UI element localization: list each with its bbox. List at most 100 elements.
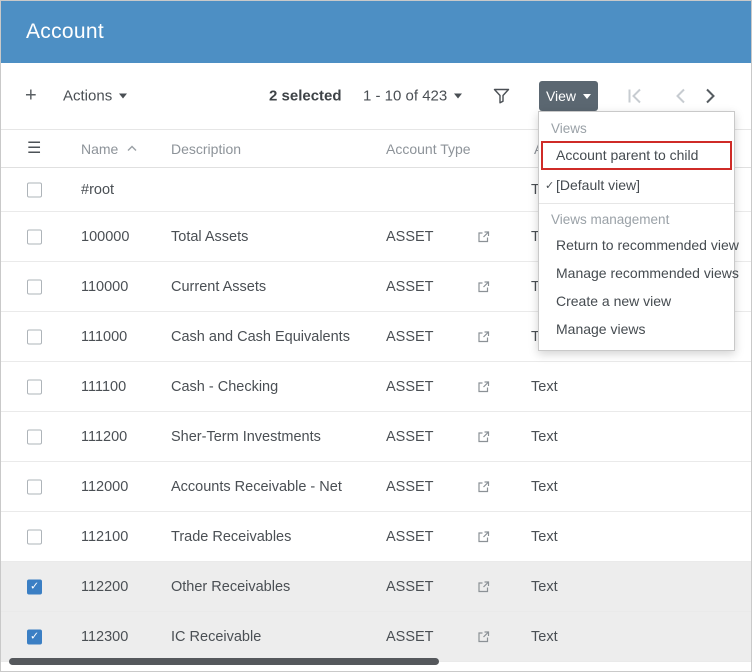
cell-account-type: ASSET — [386, 379, 434, 395]
menu-item-label: Create a new view — [556, 293, 671, 309]
column-menu-icon[interactable]: ☰ — [27, 141, 41, 157]
cell-description: Trade Receivables — [171, 529, 291, 545]
cell-account-type: ASSET — [386, 229, 434, 245]
cell-name: 112200 — [81, 579, 128, 595]
add-button[interactable]: + — [19, 83, 43, 110]
cell-attribute: Text — [531, 579, 558, 595]
actions-label: Actions — [63, 88, 112, 105]
table-row[interactable]: 111100 Cash - Checking ASSET Text — [1, 362, 751, 412]
row-checkbox[interactable] — [27, 529, 42, 544]
cell-name: 111100 — [81, 379, 126, 395]
row-checkbox[interactable] — [27, 579, 42, 594]
selected-count: 2 selected — [269, 88, 342, 105]
menu-item[interactable]: Account parent to child — [541, 141, 732, 170]
pagination-dropdown[interactable]: 1 - 10 of 423 — [363, 88, 462, 105]
column-header-description[interactable]: Description — [171, 141, 241, 157]
chevron-down-icon — [119, 94, 127, 99]
external-link-icon[interactable] — [477, 580, 490, 593]
table-row[interactable]: 111200 Sher-Term Investments ASSET Text — [1, 412, 751, 462]
next-page-icon[interactable] — [705, 89, 716, 104]
filter-icon[interactable] — [493, 88, 510, 104]
row-checkbox[interactable] — [27, 182, 42, 197]
menu-item-label: [Default view] — [556, 177, 640, 193]
account-window: Account + Actions 2 selected 1 - 10 of 4… — [0, 0, 752, 672]
cell-name: 110000 — [81, 279, 128, 295]
cell-account-type: ASSET — [386, 279, 434, 295]
row-checkbox[interactable] — [27, 279, 42, 294]
menu-item[interactable]: Manage views — [539, 315, 734, 343]
cell-name: #root — [81, 182, 114, 198]
menu-item-label: Manage views — [556, 321, 646, 337]
first-page-icon[interactable] — [627, 89, 643, 104]
menu-item[interactable]: ✓[Default view] — [539, 171, 734, 199]
page-title: Account — [26, 20, 104, 44]
view-button-label: View — [546, 88, 576, 104]
row-checkbox[interactable] — [27, 629, 42, 644]
cell-description: Cash - Checking — [171, 379, 278, 395]
cell-attribute: Text — [531, 429, 558, 445]
cell-name: 111200 — [81, 429, 127, 445]
previous-page-icon[interactable] — [675, 89, 686, 104]
cell-account-type: ASSET — [386, 429, 434, 445]
menu-item[interactable]: Manage recommended views — [539, 259, 734, 287]
cell-account-type: ASSET — [386, 479, 434, 495]
cell-name: 111000 — [81, 329, 127, 345]
cell-description: Other Receivables — [171, 579, 290, 595]
cell-description: Cash and Cash Equivalents — [171, 329, 350, 345]
menu-item[interactable]: Return to recommended view — [539, 231, 734, 259]
view-button[interactable]: View — [539, 81, 598, 111]
page-title-bar: Account — [1, 1, 751, 63]
row-checkbox[interactable] — [27, 429, 42, 444]
row-checkbox[interactable] — [27, 329, 42, 344]
external-link-icon[interactable] — [477, 480, 490, 493]
cell-description: Sher-Term Investments — [171, 429, 321, 445]
cell-attribute: Text — [531, 529, 558, 545]
cell-name: 112000 — [81, 479, 128, 495]
table-row[interactable]: 112000 Accounts Receivable - Net ASSET T… — [1, 462, 751, 512]
sort-ascending-icon — [127, 145, 137, 152]
external-link-icon[interactable] — [477, 530, 490, 543]
external-link-icon[interactable] — [477, 630, 490, 643]
menu-item-label: Account parent to child — [556, 147, 698, 163]
column-header-account-type[interactable]: Account Type — [386, 141, 471, 157]
view-menu: ViewsAccount parent to child✓[Default vi… — [538, 111, 735, 351]
horizontal-scrollbar-thumb[interactable] — [9, 658, 439, 665]
actions-dropdown[interactable]: Actions — [63, 88, 127, 105]
column-header-name[interactable]: Name — [81, 141, 137, 157]
menu-item-label: Return to recommended view — [556, 237, 739, 253]
cell-description: IC Receivable — [171, 629, 261, 645]
external-link-icon[interactable] — [477, 430, 490, 443]
column-header-name-label: Name — [81, 141, 118, 157]
chevron-down-icon — [583, 94, 591, 99]
cell-account-type: ASSET — [386, 579, 434, 595]
cell-name: 112100 — [81, 529, 128, 545]
chevron-down-icon — [454, 94, 462, 99]
cell-description: Total Assets — [171, 229, 248, 245]
cell-attribute: Text — [531, 479, 558, 495]
row-checkbox[interactable] — [27, 229, 42, 244]
cell-description: Current Assets — [171, 279, 266, 295]
cell-account-type: ASSET — [386, 529, 434, 545]
table-row[interactable]: 112100 Trade Receivables ASSET Text — [1, 512, 751, 562]
external-link-icon[interactable] — [477, 380, 490, 393]
cell-attribute: Text — [531, 379, 558, 395]
menu-section-title: Views management — [539, 203, 734, 231]
pagination-label: 1 - 10 of 423 — [363, 88, 447, 105]
external-link-icon[interactable] — [477, 280, 490, 293]
table-row[interactable]: 112300 IC Receivable ASSET Text — [1, 612, 751, 662]
menu-section-title: Views — [539, 116, 734, 140]
row-checkbox[interactable] — [27, 479, 42, 494]
cell-name: 100000 — [81, 229, 129, 245]
cell-account-type: ASSET — [386, 329, 434, 345]
external-link-icon[interactable] — [477, 330, 490, 343]
cell-name: 112300 — [81, 629, 128, 645]
cell-account-type: ASSET — [386, 629, 434, 645]
cell-description: Accounts Receivable - Net — [171, 479, 342, 495]
external-link-icon[interactable] — [477, 230, 490, 243]
row-checkbox[interactable] — [27, 379, 42, 394]
checkmark-icon: ✓ — [545, 178, 554, 194]
cell-attribute: Text — [531, 629, 558, 645]
table-row[interactable]: 112200 Other Receivables ASSET Text — [1, 562, 751, 612]
menu-item-label: Manage recommended views — [556, 265, 739, 281]
menu-item[interactable]: Create a new view — [539, 287, 734, 315]
